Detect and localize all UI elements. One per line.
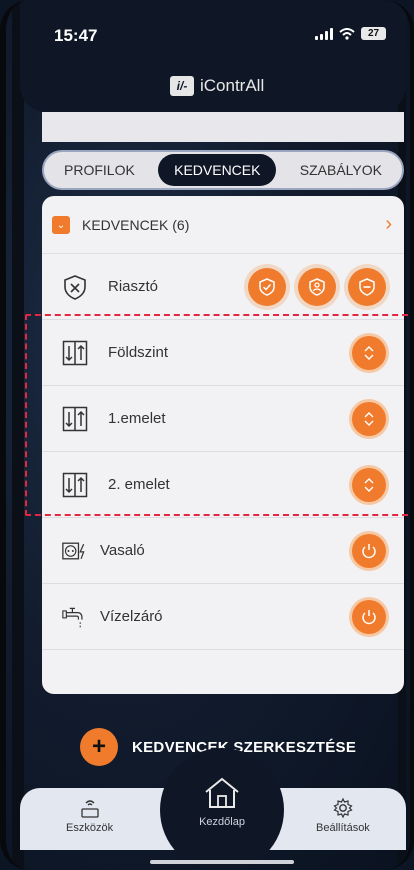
list-item-iron[interactable]: Vasaló bbox=[42, 518, 404, 584]
blinds-control-button[interactable] bbox=[352, 467, 386, 502]
list-item-blinds-ground[interactable]: Földszint bbox=[42, 320, 404, 386]
power-icon bbox=[362, 609, 376, 624]
list-item-water-valve[interactable]: Vízelzáró bbox=[42, 584, 404, 650]
status-icons: 27 bbox=[315, 27, 386, 40]
item-label: 2. emelet bbox=[108, 476, 170, 493]
item-label: Földszint bbox=[108, 344, 169, 361]
chevron-right-icon[interactable]: › bbox=[385, 213, 392, 236]
tab-bar: PROFILOK KEDVENCEK SZABÁLYOK bbox=[42, 150, 404, 190]
item-label: Vasaló bbox=[100, 542, 145, 559]
socket-power-icon bbox=[62, 538, 88, 564]
power-icon bbox=[362, 543, 376, 558]
wifi-icon bbox=[339, 27, 355, 40]
alarm-home-button[interactable] bbox=[298, 267, 336, 306]
home-icon bbox=[202, 776, 242, 815]
nav-devices[interactable]: Eszközök bbox=[66, 796, 113, 834]
folder-icon: ⌄ bbox=[52, 215, 70, 234]
alarm-disarm-button[interactable] bbox=[348, 267, 386, 306]
tab-rules[interactable]: SZABÁLYOK bbox=[284, 154, 398, 186]
up-down-icon bbox=[364, 345, 374, 360]
phone-frame: 15:47 27 i/- iContrAll PROFILOK KEDVENCE… bbox=[0, 0, 414, 870]
item-label: 1.emelet bbox=[108, 410, 166, 427]
person-icon bbox=[309, 277, 325, 296]
signal-icon bbox=[315, 27, 333, 40]
plus-icon: + bbox=[80, 728, 118, 766]
up-down-icon bbox=[364, 477, 374, 492]
power-button[interactable] bbox=[352, 599, 386, 634]
item-label: Vízelzáró bbox=[100, 608, 163, 625]
nav-devices-label: Eszközök bbox=[66, 822, 114, 834]
blinds-up-down-icon bbox=[62, 406, 88, 432]
shield-x-icon bbox=[62, 274, 88, 300]
list-item-blinds-first[interactable]: 1.emelet bbox=[42, 386, 404, 452]
nav-settings-label: Beállítások bbox=[316, 822, 370, 834]
item-label: Riasztó bbox=[108, 278, 159, 295]
shield-minus-icon bbox=[359, 277, 375, 296]
favorites-card: ⌄ KEDVENCEK (6) › Riasztó Földszint 1.em… bbox=[42, 196, 404, 694]
devices-icon bbox=[66, 796, 113, 820]
gear-icon bbox=[316, 796, 370, 820]
blinds-control-button[interactable] bbox=[352, 335, 386, 370]
list-item-blinds-second[interactable]: 2. emelet bbox=[42, 452, 404, 518]
left-rail bbox=[12, 0, 24, 870]
water-tap-icon bbox=[62, 604, 88, 630]
blinds-up-down-icon bbox=[62, 472, 88, 498]
logo-mark: i/- bbox=[170, 76, 194, 96]
top-bar: 15:47 27 i/- iContrAll bbox=[20, 0, 406, 112]
home-indicator bbox=[150, 860, 294, 864]
status-time: 15:47 bbox=[54, 26, 98, 45]
alarm-actions bbox=[248, 267, 386, 306]
list-item-alarm[interactable]: Riasztó bbox=[42, 254, 404, 320]
panel-strip bbox=[42, 112, 404, 142]
power-button[interactable] bbox=[352, 533, 386, 568]
battery-icon: 27 bbox=[361, 27, 386, 40]
app-title: iContrAll bbox=[200, 76, 265, 95]
favorites-title: KEDVENCEK (6) bbox=[82, 216, 190, 233]
blinds-control-button[interactable] bbox=[352, 401, 386, 436]
blinds-up-down-icon bbox=[62, 340, 88, 366]
tab-favorites[interactable]: KEDVENCEK bbox=[158, 154, 277, 186]
nav-home[interactable]: Kezdőlap bbox=[160, 748, 284, 870]
alarm-arm-button[interactable] bbox=[248, 267, 286, 306]
tab-profiles[interactable]: PROFILOK bbox=[48, 154, 151, 186]
nav-settings[interactable]: Beállítások bbox=[316, 796, 370, 834]
up-down-icon bbox=[364, 411, 374, 426]
favorites-header[interactable]: ⌄ KEDVENCEK (6) › bbox=[42, 196, 404, 254]
shield-check-icon bbox=[259, 277, 275, 296]
app-logo: i/- iContrAll bbox=[170, 76, 264, 96]
nav-home-label: Kezdőlap bbox=[199, 816, 245, 828]
